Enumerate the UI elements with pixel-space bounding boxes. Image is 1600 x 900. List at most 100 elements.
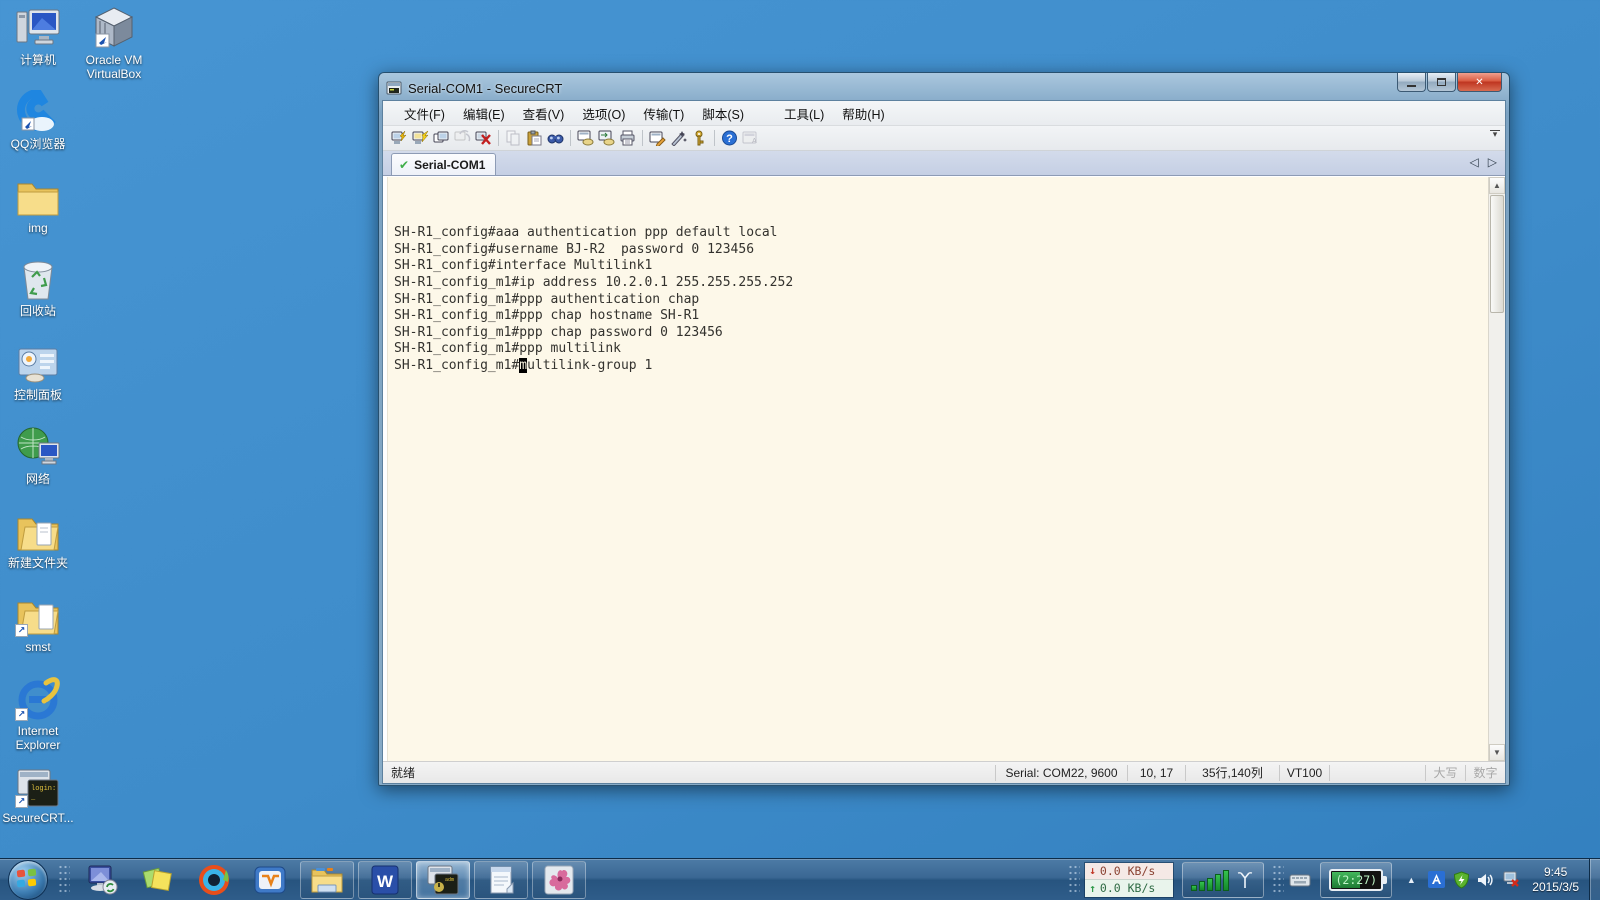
minimize-button[interactable] — [1397, 73, 1426, 92]
keyboard-layout-icon[interactable] — [1288, 871, 1312, 889]
status-ready: 就绪 — [391, 766, 416, 780]
qq-browser-icon — [14, 88, 62, 134]
signal-bars-icon — [1191, 869, 1230, 891]
terminal-line: SH-R1_config#aaa authentication ppp defa… — [394, 225, 778, 241]
desktop-icon-internet-explorer[interactable]: ↗ Internet Explorer — [2, 675, 74, 752]
desktop-icon-securecrt[interactable]: login: _ ↗ SecureCRT... — [2, 762, 74, 825]
tab-scroll-left-icon[interactable]: ◁ — [1470, 155, 1479, 169]
battery-widget[interactable]: (2:27) — [1320, 861, 1393, 898]
network-status-error-icon[interactable] — [1502, 871, 1520, 889]
menu-options[interactable]: 选项(O) — [573, 100, 634, 127]
window-titlebar[interactable]: Serial-COM1 - SecureCRT ✕ — [382, 73, 1506, 100]
tab-serial-com1[interactable]: ✔ Serial-COM1 — [391, 153, 497, 175]
status-serial: Serial: COM22, 9600 — [995, 764, 1127, 781]
desktop-icon-virtualbox[interactable]: Oracle VM VirtualBox — [74, 4, 154, 81]
desktop-icon-new-folder[interactable]: 新建文件夹 — [2, 507, 74, 570]
quick-connect-icon[interactable] — [410, 128, 431, 148]
clone-session-icon[interactable] — [596, 128, 617, 148]
tray-clock[interactable]: 9:45 2015/3/5 — [1532, 865, 1579, 895]
tab-scroll-right-icon[interactable]: ▷ — [1488, 155, 1497, 169]
print-icon[interactable] — [617, 128, 638, 148]
terminal-line: SH-R1_config_m1#ppp multilink — [394, 341, 621, 357]
terminal-screen[interactable]: SH-R1_config#aaa authentication ppp defa… — [388, 177, 1488, 761]
desktop-icon-network[interactable]: 网络 — [2, 423, 74, 486]
taskbar-button-word[interactable]: W — [358, 860, 412, 899]
tray-separator-dots — [1068, 863, 1081, 896]
menu-script[interactable]: 脚本(S) — [693, 100, 753, 127]
desktop-icon-img[interactable]: img — [2, 172, 74, 235]
help-icon[interactable]: ? — [719, 128, 740, 148]
web-help-icon[interactable]: A — [740, 128, 761, 148]
antenna-icon — [1238, 871, 1253, 888]
signal-strength-widget[interactable] — [1182, 861, 1265, 898]
scroll-up-icon[interactable]: ▲ — [1489, 177, 1505, 194]
show-desktop-button[interactable] — [1589, 858, 1600, 900]
vertical-scrollbar[interactable]: ▲ ▼ — [1488, 177, 1505, 761]
desktop-icon-control-panel[interactable]: 控制面板 — [2, 339, 74, 402]
session-options-icon[interactable] — [647, 128, 668, 148]
taskbar-button-notepad[interactable] — [474, 860, 528, 899]
status-bar: 就绪 Serial: COM22, 9600 10, 17 35行,140列 V… — [383, 761, 1505, 783]
menu-bar: 文件(F) 编辑(E) 查看(V) 选项(O) 传输(T) 脚本(S) 工具(L… — [383, 101, 1505, 126]
desktop-icon-smst[interactable]: ↗ smst — [2, 591, 74, 654]
network-speed-widget[interactable]: ↓ 0.0 KB/s ↑ 0.0 KB/s — [1084, 861, 1175, 898]
volume-icon[interactable] — [1477, 871, 1495, 889]
recycle-bin-icon — [14, 255, 62, 301]
start-button[interactable] — [8, 859, 48, 900]
taskbar-icon-sticky-notes[interactable] — [139, 861, 177, 899]
menu-transfer[interactable]: 传输(T) — [634, 100, 693, 127]
menu-view[interactable]: 查看(V) — [514, 100, 574, 127]
maximize-icon — [1437, 78, 1446, 86]
ssh-key-icon[interactable] — [689, 128, 710, 148]
battery-time: (2:27) — [1335, 872, 1378, 887]
svg-text:login:: login: — [31, 785, 56, 793]
taskbar-separator-dots — [58, 863, 70, 896]
desktop-icon-computer[interactable]: 计算机 — [2, 4, 74, 67]
desktop-icon-qq-browser[interactable]: QQ浏览器 — [2, 88, 74, 151]
taskbar-button-securecrt[interactable]: adm — [416, 860, 470, 899]
paste-icon[interactable] — [524, 128, 545, 148]
reconnect-icon[interactable] — [452, 128, 473, 148]
maximize-button[interactable] — [1427, 73, 1456, 92]
desktop-icon-label: QQ浏览器 — [10, 137, 66, 151]
menu-file[interactable]: 文件(F) — [395, 100, 454, 127]
menu-help[interactable]: 帮助(H) — [833, 100, 893, 127]
show-hidden-icons-button[interactable]: ▲ — [1402, 871, 1420, 889]
scroll-down-icon[interactable]: ▼ — [1489, 744, 1505, 761]
taskbar: W adm ↓ 0.0 KB/s ↑ 0.0 KB/s (2:27) ▲ 9:4… — [0, 858, 1600, 900]
taskbar-icon-vm-app[interactable] — [251, 861, 289, 899]
connect-icon[interactable] — [389, 128, 410, 148]
minimize-icon — [1407, 84, 1416, 87]
taskbar-button-explorer[interactable] — [300, 860, 354, 899]
scrollbar-thumb[interactable] — [1490, 195, 1504, 313]
copy-icon[interactable] — [503, 128, 524, 148]
terminal-lines: SH-R1_config#aaa authentication ppp defa… — [394, 225, 1482, 374]
ie-icon: ↗ — [14, 675, 62, 721]
toolbar: ? A ▾ — [383, 126, 1505, 151]
toolbar-overflow-button[interactable]: ▾ — [1488, 130, 1502, 146]
status-blank — [1329, 764, 1425, 781]
svg-text:_: _ — [30, 794, 36, 802]
tray-separator-dots — [1272, 863, 1285, 896]
disconnect-icon[interactable] — [473, 128, 494, 148]
new-session-window-icon[interactable] — [575, 128, 596, 148]
taskbar-icon-remote-desktop[interactable] — [83, 861, 121, 899]
antivirus-shield-icon[interactable] — [1452, 870, 1470, 889]
terminal-line: SH-R1_config_m1#ppp chap hostname SH-R1 — [394, 308, 700, 324]
desktop-icon-label: SecureCRT... — [2, 811, 74, 825]
find-icon[interactable] — [545, 128, 566, 148]
terminal-line: SH-R1_config_m1#ppp authentication chap — [394, 291, 700, 307]
desktop-icon-recycle-bin[interactable]: 回收站 — [2, 255, 74, 318]
close-button[interactable]: ✕ — [1457, 73, 1502, 92]
taskbar-button-flower-app[interactable] — [532, 860, 586, 899]
global-options-icon[interactable] — [668, 128, 689, 148]
upload-arrow-icon: ↑ — [1089, 881, 1096, 895]
menu-edit[interactable]: 编辑(E) — [454, 100, 514, 127]
taskbar-icon-media-app[interactable] — [195, 861, 233, 899]
terminal-line: SH-R1_config#interface Multilink1 — [394, 258, 653, 274]
connect-in-tab-icon[interactable] — [431, 128, 452, 148]
desktop-icon-label: Oracle VM VirtualBox — [85, 53, 143, 81]
control-panel-icon — [14, 339, 62, 385]
menu-tools[interactable]: 工具(L) — [775, 100, 833, 127]
input-method-icon[interactable] — [1427, 871, 1445, 889]
